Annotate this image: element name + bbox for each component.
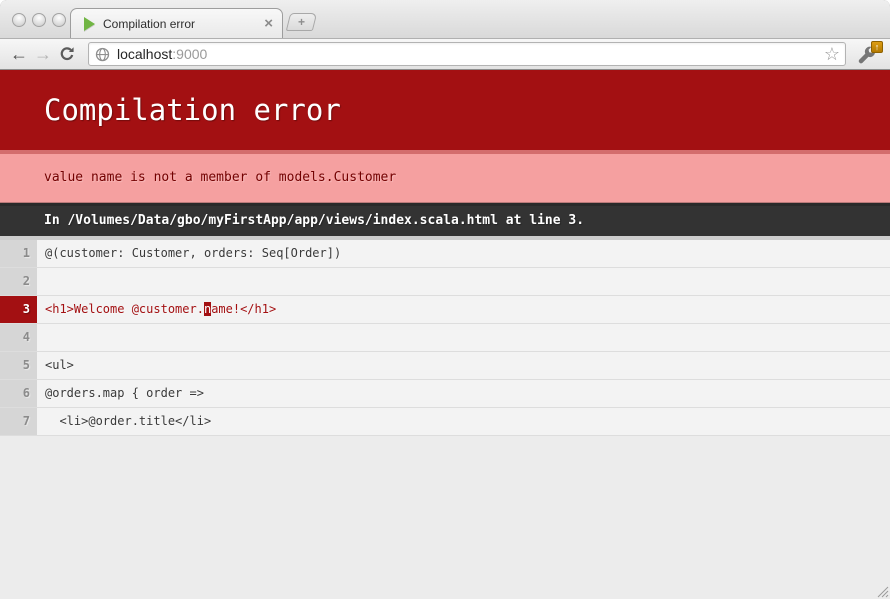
address-bar[interactable]: localhost :9000 ☆	[88, 42, 846, 66]
line-code: <ul>	[37, 352, 890, 379]
back-button[interactable]: ←	[7, 45, 31, 63]
tab-close-icon[interactable]: ×	[264, 17, 273, 31]
error-location: In /Volumes/Data/gbo/myFirstApp/app/view…	[0, 203, 890, 236]
reload-icon	[59, 46, 75, 62]
code-line: 5<ul>	[0, 352, 890, 380]
tab-strip: Compilation error × +	[0, 0, 890, 39]
forward-button[interactable]: →	[31, 45, 55, 63]
line-number: 1	[0, 240, 37, 267]
globe-icon	[95, 47, 110, 62]
line-number: 6	[0, 380, 37, 407]
line-code	[37, 324, 890, 351]
code-line: 6@orders.map { order =>	[0, 380, 890, 408]
browser-window: Compilation error × + ← → localhost	[0, 0, 890, 599]
navigation-bar: ← → localhost :9000 ☆ ↑	[0, 39, 890, 70]
line-code: @orders.map { order =>	[37, 380, 890, 407]
resize-grip[interactable]	[876, 585, 889, 598]
settings-menu-button[interactable]: ↑	[855, 41, 883, 67]
url-port: :9000	[172, 46, 207, 62]
close-window-button[interactable]	[12, 13, 26, 27]
update-badge: ↑	[871, 41, 883, 53]
url-host: localhost	[117, 46, 172, 62]
code-line: 4	[0, 324, 890, 352]
play-framework-favicon	[84, 17, 95, 31]
tab-title: Compilation error	[103, 17, 264, 31]
reload-button[interactable]	[55, 46, 79, 62]
line-code: <li>@order.title</li>	[37, 408, 890, 435]
line-number: 7	[0, 408, 37, 435]
line-code	[37, 268, 890, 295]
window-controls	[12, 13, 66, 27]
line-code: <h1>Welcome @customer.name!</h1>	[37, 296, 890, 323]
code-line: 7 <li>@order.title</li>	[0, 408, 890, 436]
line-number: 5	[0, 352, 37, 379]
line-number: 3	[0, 296, 37, 323]
code-line-error: 3<h1>Welcome @customer.name!</h1>	[0, 296, 890, 324]
page-title: Compilation error	[0, 70, 890, 150]
error-detail: value name is not a member of models.Cus…	[0, 150, 890, 203]
line-code: @(customer: Customer, orders: Seq[Order]…	[37, 240, 890, 267]
line-number: 2	[0, 268, 37, 295]
line-number: 4	[0, 324, 37, 351]
zoom-window-button[interactable]	[52, 13, 66, 27]
error-page: Compilation error value name is not a me…	[0, 70, 890, 599]
bookmark-star-icon[interactable]: ☆	[824, 46, 840, 62]
minimize-window-button[interactable]	[32, 13, 46, 27]
tab-compilation-error[interactable]: Compilation error ×	[70, 8, 283, 38]
code-listing: 1@(customer: Customer, orders: Seq[Order…	[0, 236, 890, 436]
code-line: 1@(customer: Customer, orders: Seq[Order…	[0, 236, 890, 268]
code-line: 2	[0, 268, 890, 296]
plus-icon: +	[298, 17, 305, 27]
new-tab-button[interactable]: +	[286, 13, 317, 31]
